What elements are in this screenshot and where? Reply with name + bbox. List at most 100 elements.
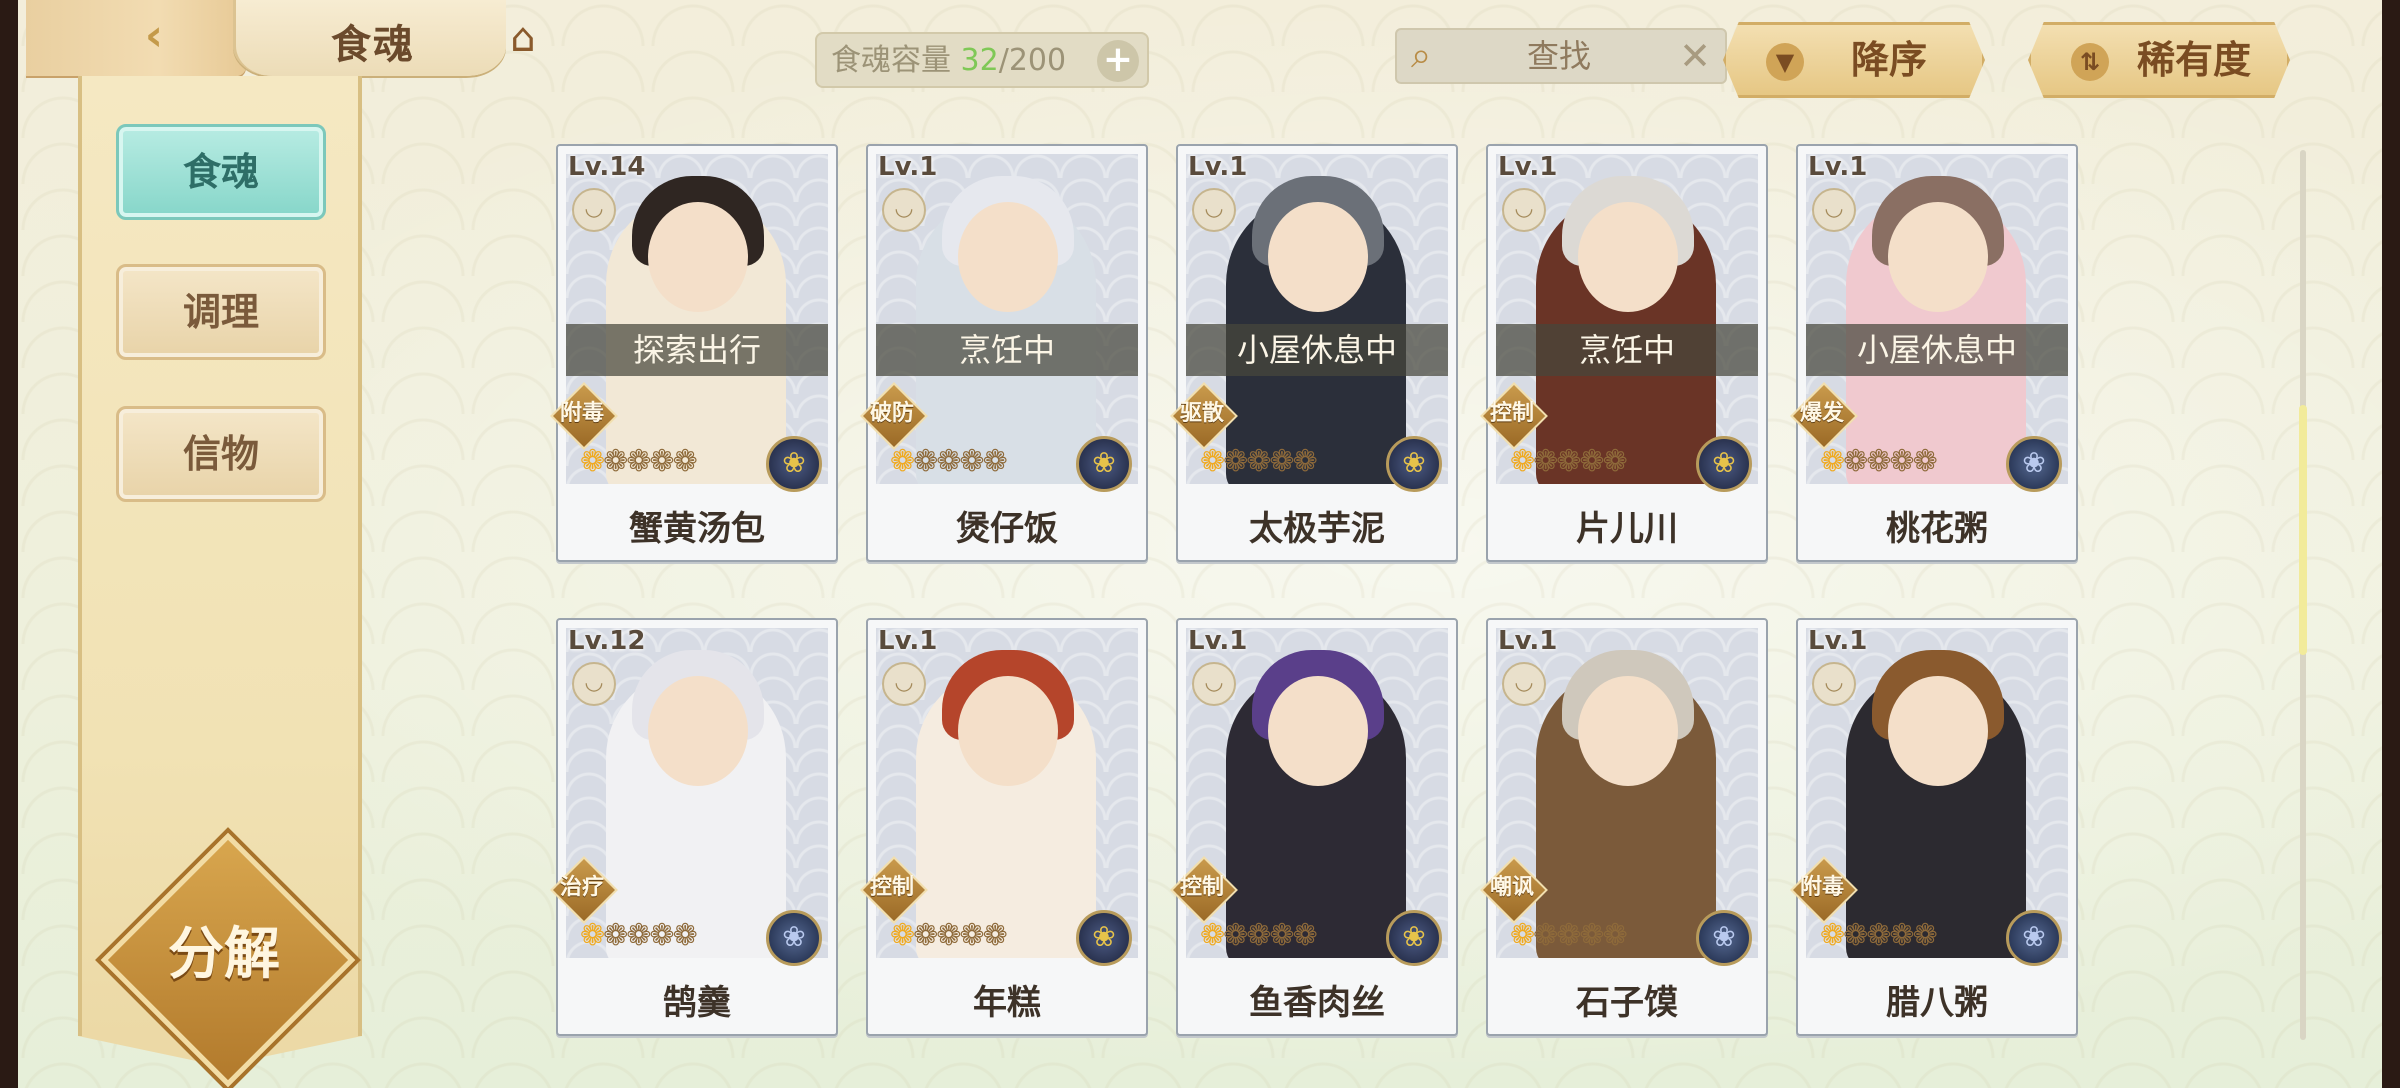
- clear-search-icon[interactable]: ✕: [1679, 30, 1711, 82]
- bowl-icon: ◡: [572, 188, 616, 232]
- star-filled-icon: ❁: [890, 444, 915, 479]
- star-filled-icon: ❁: [1200, 918, 1225, 953]
- card-name: 太极芋泥: [1249, 509, 1385, 549]
- food-soul-card[interactable]: Lv.1 ◡ 控制 ❁❁❁❁❁ ❀ 鱼香肉丝: [1170, 618, 1458, 1036]
- bowl-icon: ◡: [1192, 662, 1236, 706]
- star-empty-icon: ❁: [959, 918, 984, 953]
- sort-order-button[interactable]: ▼ 降序: [1723, 22, 1985, 98]
- role-label: 治疗: [559, 875, 604, 900]
- star-empty-icon: ❁: [1912, 444, 1938, 479]
- star-empty-icon: ❁: [1843, 444, 1868, 479]
- food-soul-card[interactable]: Lv.14 ◡ 探索出行 附毒 ❁❁❁❁❁ ❀ 蟹黄汤包: [550, 144, 838, 562]
- star-empty-icon: ❁: [1223, 918, 1248, 953]
- role-badge: 破防: [860, 382, 928, 450]
- character-face: [648, 676, 748, 786]
- character-face: [1578, 676, 1678, 786]
- food-soul-card[interactable]: Lv.1 ◡ 控制 ❁❁❁❁❁ ❀ 年糕: [860, 618, 1148, 1036]
- star-empty-icon: ❁: [1556, 918, 1581, 953]
- role-label: 破防: [869, 401, 914, 426]
- star-empty-icon: ❁: [1579, 444, 1604, 479]
- food-soul-card[interactable]: Lv.12 ◡ 治疗 ❁❁❁❁❁ ❀ 鹄羹: [550, 618, 838, 1036]
- tab-food-soul[interactable]: 食魂: [116, 124, 326, 220]
- bowl-icon: ◡: [1502, 662, 1546, 706]
- star-empty-icon: ❁: [603, 444, 628, 479]
- star-empty-icon: ❁: [626, 444, 651, 479]
- star-rating: ❁❁❁❁❁: [1820, 918, 1938, 953]
- character-face: [1268, 676, 1368, 786]
- star-rating: ❁❁❁❁❁: [1200, 444, 1318, 479]
- back-button[interactable]: ‹: [26, 0, 246, 76]
- star-rating: ❁❁❁❁❁: [1820, 444, 1938, 479]
- food-soul-card[interactable]: Lv.1 ◡ 嘲讽 ❁❁❁❁❁ ❀ 石子馍: [1480, 618, 1768, 1036]
- food-soul-card[interactable]: Lv.1 ◡ 烹饪中 控制 ❁❁❁❁❁ ❀ 片儿川: [1480, 144, 1768, 562]
- element-emblem-icon: ❀: [1076, 436, 1132, 492]
- star-filled-icon: ❁: [1510, 444, 1535, 479]
- role-badge: 附毒: [550, 382, 618, 450]
- character-face: [958, 202, 1058, 312]
- element-emblem-icon: ❀: [1386, 910, 1442, 966]
- food-soul-card[interactable]: Lv.1 ◡ 附毒 ❁❁❁❁❁ ❀ 腊八粥: [1790, 618, 2078, 1036]
- role-label: 控制: [1489, 401, 1534, 426]
- role-label: 控制: [1179, 875, 1224, 900]
- role-label: 附毒: [559, 401, 604, 426]
- star-empty-icon: ❁: [1246, 444, 1271, 479]
- search-input[interactable]: ⌕ 查找 ✕: [1395, 28, 1727, 84]
- character-face: [1888, 202, 1988, 312]
- star-rating: ❁❁❁❁❁: [890, 444, 1008, 479]
- bowl-icon: ◡: [1812, 188, 1856, 232]
- sort-rarity-button[interactable]: ⇅ 稀有度: [2028, 22, 2290, 98]
- star-empty-icon: ❁: [1246, 918, 1271, 953]
- food-soul-card[interactable]: Lv.1 ◡ 小屋休息中 驱散 ❁❁❁❁❁ ❀ 太极芋泥: [1170, 144, 1458, 562]
- card-level: Lv.1: [1498, 152, 1558, 182]
- card-name: 煲仔饭: [956, 509, 1058, 549]
- role-badge: 治疗: [550, 856, 618, 924]
- card-level: Lv.1: [1188, 626, 1248, 656]
- star-empty-icon: ❁: [1602, 918, 1628, 953]
- card-level: Lv.1: [1188, 152, 1248, 182]
- star-empty-icon: ❁: [1292, 444, 1318, 479]
- title-tab: 食魂: [233, 0, 506, 76]
- decompose-label[interactable]: 分解: [136, 905, 312, 1005]
- star-empty-icon: ❁: [603, 918, 628, 953]
- tab-tokens[interactable]: 信物: [116, 406, 326, 502]
- home-icon[interactable]: ⌂: [488, 10, 558, 66]
- sort-rarity-label: 稀有度: [2136, 38, 2251, 82]
- card-level: Lv.1: [1498, 626, 1558, 656]
- role-badge: 附毒: [1790, 856, 1858, 924]
- star-filled-icon: ❁: [890, 918, 915, 953]
- star-empty-icon: ❁: [1223, 444, 1248, 479]
- star-filled-icon: ❁: [1510, 918, 1535, 953]
- role-label: 爆发: [1799, 401, 1844, 426]
- food-soul-card[interactable]: Lv.1 ◡ 烹饪中 破防 ❁❁❁❁❁ ❀ 煲仔饭: [860, 144, 1148, 562]
- star-empty-icon: ❁: [1889, 918, 1914, 953]
- card-status: 小屋休息中: [1806, 324, 2068, 376]
- character-face: [648, 202, 748, 312]
- role-label: 附毒: [1799, 875, 1844, 900]
- card-status: 探索出行: [566, 324, 828, 376]
- tab-seasoning[interactable]: 调理: [116, 264, 326, 360]
- star-empty-icon: ❁: [959, 444, 984, 479]
- scrollbar-thumb[interactable]: [2299, 405, 2307, 655]
- star-empty-icon: ❁: [1889, 444, 1914, 479]
- card-name: 片儿川: [1576, 509, 1678, 549]
- card-level: Lv.1: [1808, 152, 1868, 182]
- element-emblem-icon: ❀: [1696, 910, 1752, 966]
- element-emblem-icon: ❀: [1696, 436, 1752, 492]
- role-badge: 嘲讽: [1480, 856, 1548, 924]
- character-face: [1888, 676, 1988, 786]
- star-empty-icon: ❁: [1292, 918, 1318, 953]
- star-empty-icon: ❁: [1843, 918, 1868, 953]
- capacity-display: 食魂容量 32/200 +: [815, 32, 1149, 88]
- add-capacity-button[interactable]: +: [1097, 40, 1139, 82]
- card-status: 烹饪中: [876, 324, 1138, 376]
- card-name: 鹄羹: [663, 983, 731, 1023]
- back-chevron-icon: ‹: [144, 10, 164, 61]
- star-empty-icon: ❁: [672, 918, 698, 953]
- capacity-max: /200: [998, 43, 1067, 78]
- star-empty-icon: ❁: [1602, 444, 1628, 479]
- card-level: Lv.1: [1808, 626, 1868, 656]
- food-soul-card[interactable]: Lv.1 ◡ 小屋休息中 爆发 ❁❁❁❁❁ ❀ 桃花粥: [1790, 144, 2078, 562]
- game-screen: ‹ 食魂 ⌂ 食魂 调理 信物 分解 食魂容量 32/200 + ⌕ 查找 ✕ …: [18, 0, 2382, 1088]
- star-empty-icon: ❁: [1866, 444, 1891, 479]
- star-filled-icon: ❁: [1200, 444, 1225, 479]
